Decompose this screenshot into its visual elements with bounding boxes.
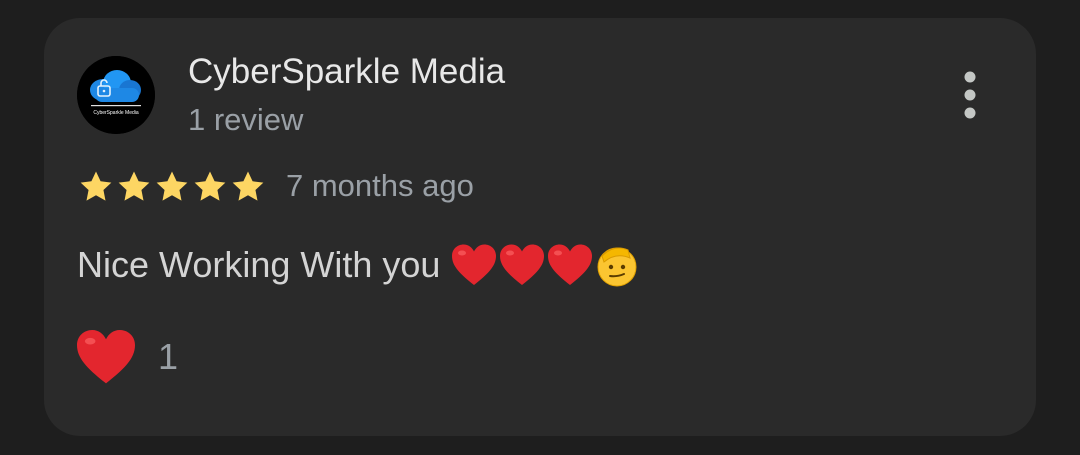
cloud-lock-logo-icon: CyberSparkle Media xyxy=(77,56,155,134)
star-icon xyxy=(118,171,150,201)
star-icon xyxy=(80,171,112,201)
review-card: CyberSparkle Media CyberSparkle Media 1 … xyxy=(44,18,1036,436)
more-vertical-icon xyxy=(964,71,976,119)
heart-emoji xyxy=(546,243,594,287)
author-review-count: 1 review xyxy=(188,102,304,137)
more-options-button[interactable] xyxy=(950,68,990,124)
review-text: Nice Working With you xyxy=(77,244,441,285)
review-text-line: Nice Working With you xyxy=(77,242,640,288)
avatar-caption: CyberSparkle Media xyxy=(93,110,139,116)
heart-emoji xyxy=(498,243,546,287)
star-rating xyxy=(77,168,267,206)
star-icon xyxy=(194,171,226,201)
like-reaction-button[interactable]: 1 xyxy=(74,328,178,386)
reaction-count: 1 xyxy=(158,336,179,377)
star-icon xyxy=(156,171,188,201)
author-avatar[interactable]: CyberSparkle Media xyxy=(77,56,155,134)
star-icon xyxy=(232,171,264,201)
heart-emoji xyxy=(77,329,135,384)
author-name[interactable]: CyberSparkle Media xyxy=(188,52,505,92)
review-time: 7 months ago xyxy=(286,168,474,203)
saluting-face-emoji xyxy=(594,242,640,288)
heart-emoji xyxy=(450,243,498,287)
